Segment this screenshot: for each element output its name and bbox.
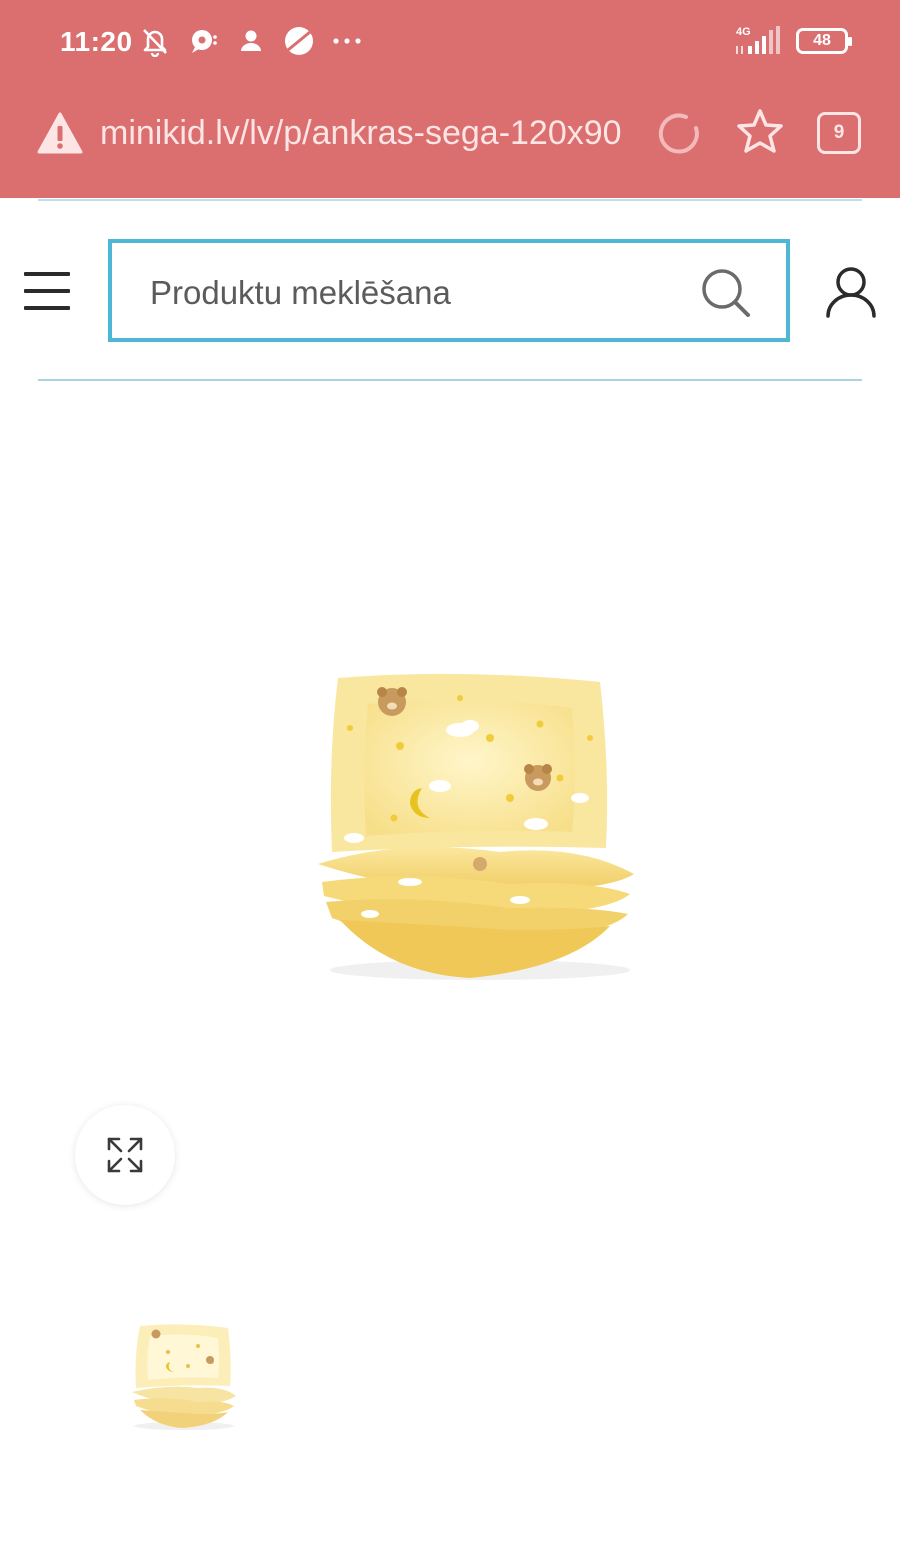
url-text[interactable]: minikid.lv/lv/p/ankras-sega-120x90 <box>100 114 628 158</box>
bookmark-star-icon[interactable] <box>734 106 786 158</box>
battery-level: 48 <box>813 32 831 49</box>
bell-off-icon <box>138 24 172 58</box>
warning-icon[interactable] <box>36 110 84 158</box>
hamburger-menu-icon[interactable] <box>24 272 70 310</box>
address-bar[interactable]: minikid.lv/lv/p/ankras-sega-120x90 9 <box>0 86 900 198</box>
tabs-switcher-button[interactable]: 9 <box>817 112 861 154</box>
loading-spinner-icon[interactable] <box>654 108 706 160</box>
status-bar: 11:20 4G 48 <box>0 0 900 86</box>
product-image[interactable] <box>310 668 646 988</box>
search-input[interactable] <box>150 271 670 315</box>
chat-bubble-icon <box>186 24 220 58</box>
status-notification-icons <box>138 24 364 58</box>
cellular-signal-icon: 4G <box>734 24 782 58</box>
product-thumbnail[interactable] <box>128 1322 240 1432</box>
status-system-icons: 4G 48 <box>734 24 852 58</box>
more-dots-icon <box>330 24 364 58</box>
header-divider-top <box>38 199 862 201</box>
planet-icon <box>282 24 316 58</box>
person-icon <box>234 24 268 58</box>
search-box[interactable] <box>108 239 790 342</box>
browser-chrome: 11:20 4G 48 minikid.lv/lv/p/ankras-sega-… <box>0 0 900 198</box>
status-time: 11:20 <box>60 26 133 57</box>
expand-arrows-icon <box>107 1137 143 1173</box>
account-icon[interactable] <box>824 264 878 320</box>
image-zoom-button[interactable] <box>75 1105 175 1205</box>
tab-count: 9 <box>833 122 845 143</box>
header-divider-bottom <box>38 379 862 381</box>
search-icon[interactable] <box>698 265 754 321</box>
battery-indicator: 48 <box>796 28 852 54</box>
